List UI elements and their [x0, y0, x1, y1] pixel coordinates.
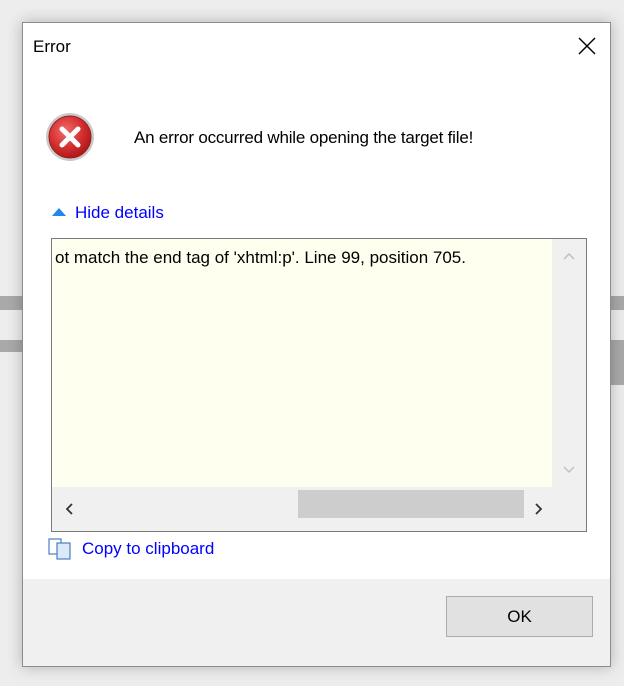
details-textbox[interactable]: ot match the end tag of 'xhtml:p'. Line … — [51, 238, 587, 532]
scroll-down-button[interactable] — [552, 453, 586, 487]
triangle-up-icon — [52, 208, 66, 216]
copy-icon — [48, 538, 71, 560]
copy-to-clipboard-label: Copy to clipboard — [82, 539, 215, 558]
dialog-footer: OK — [23, 579, 610, 666]
scroll-left-button[interactable] — [54, 487, 84, 531]
ok-button[interactable]: OK — [446, 596, 593, 637]
hide-details-label: Hide details — [75, 203, 164, 222]
copy-to-clipboard-link[interactable]: Copy to clipboard — [48, 538, 214, 560]
chevron-right-icon — [535, 503, 543, 515]
close-button[interactable] — [564, 23, 610, 69]
scroll-up-button[interactable] — [552, 239, 586, 273]
dialog-title: Error — [33, 37, 71, 56]
error-message: An error occurred while opening the targ… — [134, 128, 474, 147]
chevron-down-icon — [563, 466, 575, 474]
background-element — [0, 340, 22, 352]
title-bar: Error — [23, 23, 610, 71]
chevron-left-icon — [65, 503, 73, 515]
close-icon — [578, 37, 596, 55]
scroll-right-button[interactable] — [524, 487, 554, 531]
hide-details-link[interactable]: Hide details — [52, 203, 164, 223]
background-element — [611, 340, 624, 385]
details-text: ot match the end tag of 'xhtml:p'. Line … — [55, 248, 466, 267]
background-element — [611, 296, 624, 310]
horizontal-scrollbar[interactable] — [52, 487, 586, 531]
vertical-scrollbar[interactable] — [552, 239, 586, 487]
chevron-up-icon — [563, 252, 575, 260]
error-dialog: Error An error occurred while opening th… — [22, 22, 611, 667]
background-element — [0, 296, 22, 310]
error-icon — [46, 113, 94, 161]
horizontal-scroll-thumb[interactable] — [298, 490, 524, 518]
